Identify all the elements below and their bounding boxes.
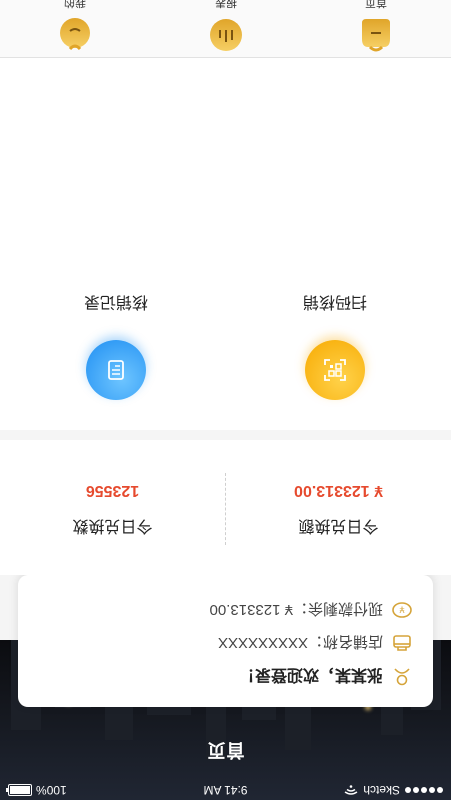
shop-name-value: XXXXXXXXX [217, 634, 308, 652]
page-title: 首页 [206, 740, 245, 760]
tab-home-label: 首页 [365, 0, 387, 8]
balance-value: ¥ 123313.00 [209, 601, 293, 619]
exchange-count-value: 123556 [85, 482, 140, 499]
welcome-greeting: 张某某，欢迎登录！ [238, 666, 383, 683]
home-screen: Sketch 9:41 AM 100% 首页 张某某，欢迎登录！ 店铺名称： X… [0, 0, 451, 800]
scan-verify-label: 扫码核销 [303, 293, 368, 310]
stat-exchange-count: 今日兑换数 123556 [0, 440, 225, 575]
verify-records-button[interactable]: 核销记录 [46, 292, 186, 400]
stat-exchange-amount: 今日兑换额 ¥ 123313.00 [226, 440, 451, 575]
tab-report[interactable]: 报表 [151, 0, 301, 53]
shop-name-label: 店铺名称： [307, 633, 383, 651]
shop-icon [393, 635, 411, 651]
user-icon [394, 668, 410, 686]
exchange-amount-label: 今日兑换额 [298, 517, 379, 534]
mine-tab-icon [60, 18, 90, 51]
exchange-count-label: 今日兑换数 [72, 517, 153, 534]
quick-actions: 扫码核销 核销记录 [0, 58, 451, 430]
tab-mine-label: 我的 [64, 0, 86, 8]
clock: 9:41 AM [203, 783, 248, 797]
svg-text:¥: ¥ [399, 604, 405, 614]
battery-icon [8, 784, 32, 796]
money-icon: ¥ [392, 602, 412, 618]
verify-records-label: 核销记录 [84, 293, 149, 310]
balance-label: 现付款剩余： [292, 600, 383, 618]
records-button-circle[interactable] [86, 340, 146, 400]
welcome-card: 张某某，欢迎登录！ 店铺名称： XXXXXXXXX ¥ 现付款剩余： ¥ 123… [18, 575, 433, 707]
record-list-icon [108, 360, 124, 380]
today-stats: 今日兑换额 ¥ 123313.00 今日兑换数 123556 [0, 440, 451, 575]
stats-divider [225, 473, 226, 545]
tab-mine[interactable]: 我的 [0, 0, 150, 53]
tab-home[interactable]: 首页 [301, 0, 451, 53]
battery-percent: 100% [36, 783, 67, 797]
tab-report-label: 报表 [215, 0, 237, 8]
scan-button-circle[interactable] [305, 340, 365, 400]
report-tab-icon [210, 19, 242, 51]
bottom-tab-bar: 首页 报表 我的 [0, 0, 451, 58]
home-tab-icon [362, 19, 390, 52]
status-bar: Sketch 9:41 AM 100% [0, 780, 451, 800]
exchange-amount-value: ¥ 123313.00 [294, 482, 383, 499]
qr-scan-icon [324, 359, 346, 381]
scan-verify-button[interactable]: 扫码核销 [265, 292, 405, 400]
